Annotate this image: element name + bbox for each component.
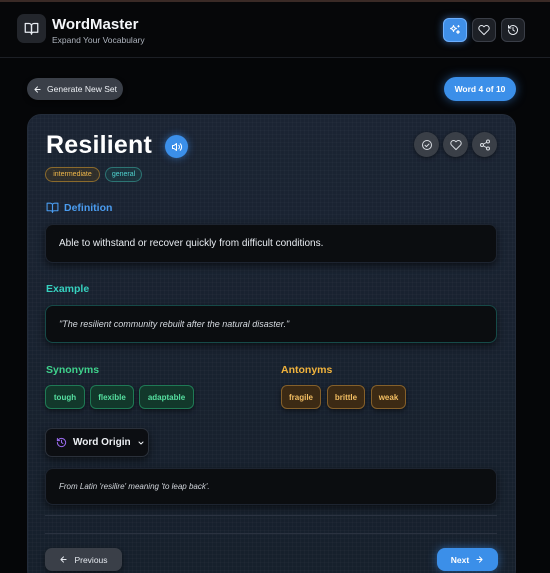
word-title: Resilient — [46, 131, 152, 159]
definition-text: Able to withstand or recover quickly fro… — [45, 224, 497, 263]
antonyms-heading: Antonyms — [281, 364, 333, 376]
share-icon — [479, 139, 490, 150]
definition-heading: Definition — [46, 201, 112, 214]
generate-new-set-button[interactable]: Generate New Set — [27, 78, 123, 100]
word-origin-label: Word Origin — [73, 437, 131, 448]
synonym-chip[interactable]: flexible — [90, 385, 134, 409]
share-button[interactable] — [472, 132, 497, 157]
app-title: WordMaster — [52, 16, 139, 33]
synonyms-heading: Synonyms — [46, 364, 100, 376]
antonym-chip[interactable]: weak — [371, 385, 406, 409]
word-origin-toggle[interactable]: Word Origin — [45, 428, 149, 457]
speaker-icon — [171, 142, 182, 151]
favorite-word-button[interactable] — [443, 132, 468, 157]
history-icon — [508, 25, 518, 35]
synonym-chip[interactable]: tough — [45, 385, 85, 409]
heart-icon — [449, 139, 462, 150]
divider — [45, 515, 497, 516]
pronounce-button[interactable] — [165, 135, 188, 158]
generate-mode-button[interactable] — [443, 18, 467, 42]
history-icon — [56, 437, 67, 448]
sparkles-icon — [450, 25, 460, 34]
divider — [45, 533, 497, 534]
heart-icon — [478, 24, 490, 36]
arrow-left-icon — [60, 556, 68, 563]
open-book-icon — [24, 22, 39, 35]
next-label: Next — [450, 554, 470, 565]
open-book-icon — [46, 202, 59, 213]
generate-new-set-label: Generate New Set — [47, 84, 117, 94]
arrow-left-icon — [34, 85, 41, 93]
favorites-button[interactable] — [472, 18, 496, 42]
app-header: WordMaster Expand Your Vocabulary — [0, 2, 550, 58]
difficulty-tag: intermediate — [45, 167, 100, 182]
arrow-right-icon — [476, 556, 483, 563]
next-button[interactable]: Next — [437, 548, 498, 571]
example-text: "The resilient community rebuilt after t… — [45, 305, 497, 343]
mark-learned-button[interactable] — [414, 132, 439, 157]
synonym-chip[interactable]: adaptable — [139, 385, 194, 409]
logo — [17, 14, 46, 43]
antonym-chip[interactable]: fragile — [281, 385, 321, 409]
chevron-down-icon — [138, 441, 144, 444]
example-heading: Example — [46, 283, 90, 295]
definition-heading-label: Definition — [64, 201, 113, 214]
app-subtitle: Expand Your Vocabulary — [52, 35, 145, 45]
previous-label: Previous — [74, 554, 108, 565]
check-circle-icon — [421, 139, 432, 150]
antonym-chip[interactable]: brittle — [327, 385, 365, 409]
word-counter-badge[interactable]: Word 4 of 10 — [444, 77, 516, 101]
category-tag: general — [105, 167, 142, 182]
history-button[interactable] — [501, 18, 525, 42]
previous-button[interactable]: Previous — [45, 548, 122, 571]
word-origin-text: From Latin 'resilire' meaning 'to leap b… — [45, 468, 497, 505]
